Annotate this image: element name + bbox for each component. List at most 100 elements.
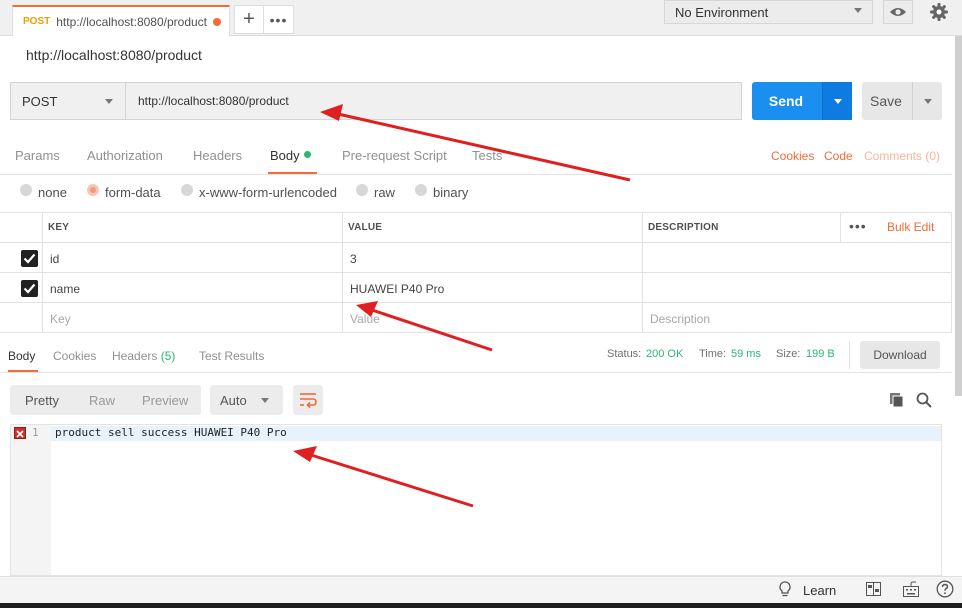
format-pretty[interactable]: Pretty [25,393,59,408]
taskbar-edge [0,603,962,608]
size-value: 199 B [806,348,835,360]
method-select[interactable]: POST [10,82,126,120]
two-pane-view-button[interactable] [866,582,881,599]
keyboard-shortcuts-button[interactable] [903,581,919,600]
table-options-button[interactable]: ••• [849,218,867,234]
row-key[interactable]: name [50,282,80,296]
wrap-lines-button[interactable] [293,385,323,415]
tab-headers[interactable]: Headers [193,148,242,163]
editor-gutter [11,425,51,575]
radio-form-data[interactable] [87,184,99,196]
row-value[interactable]: 3 [350,252,357,266]
copy-response-button[interactable] [889,392,905,411]
wrap-lines-icon [300,393,317,409]
lightbulb-icon [779,581,791,597]
bulk-edit-link[interactable]: Bulk Edit [887,220,934,234]
line-number: 1 [32,426,39,439]
response-tab-headers[interactable]: Headers (5) [112,349,175,363]
learn-label[interactable]: Learn [803,583,836,598]
format-raw[interactable]: Raw [89,393,115,408]
help-button[interactable] [936,580,954,601]
gear-icon [930,3,948,21]
comments-link[interactable]: Comments (0) [864,149,940,163]
window-scrollbar[interactable] [955,36,962,396]
response-tabs-divider [0,372,952,373]
keyboard-icon [903,581,919,597]
send-button[interactable]: Send [752,82,852,120]
radio-raw-label: raw [374,185,395,200]
radio-form-data-label: form-data [105,185,161,200]
tab-tests[interactable]: Tests [472,148,502,163]
response-headers-count: (5) [160,349,176,363]
method-select-value: POST [22,93,58,109]
cookies-link[interactable]: Cookies [771,149,814,163]
chevron-down-icon [261,398,269,403]
radio-x-www-form-urlencoded[interactable] [181,184,193,196]
radio-raw[interactable] [356,184,368,196]
request-tab-method: POST [23,16,51,27]
response-tab-headers-label: Headers [112,349,158,363]
tab-params[interactable]: Params [15,148,60,163]
request-tab[interactable]: POST http://localhost:8080/product [12,5,230,36]
column-header-description: DESCRIPTION [648,222,719,233]
save-button[interactable]: Save [862,82,942,120]
code-link[interactable]: Code [824,149,853,163]
chevron-down-icon [834,99,842,104]
active-tab-underline [268,172,317,174]
format-type-value: Auto [220,392,247,408]
plus-icon: + [243,8,255,30]
row-value[interactable]: HUAWEI P40 Pro [350,282,444,296]
format-type-select[interactable]: Auto [210,385,283,415]
new-key-input[interactable]: Key [50,312,71,326]
new-tab-button[interactable]: + [234,5,264,34]
table-column-divider [342,212,343,333]
row-enabled-checkbox[interactable] [21,280,38,297]
save-button-label: Save [870,93,902,109]
save-options-button[interactable] [912,82,942,120]
new-description-input[interactable]: Description [650,312,710,326]
table-divider [0,302,952,303]
row-key[interactable]: id [50,252,59,266]
table-column-divider [642,212,643,333]
environment-quick-look-button[interactable] [883,0,913,24]
response-tab-cookies[interactable]: Cookies [53,349,96,363]
response-tab-body[interactable]: Body [8,349,35,363]
column-header-value: VALUE [348,222,383,233]
url-input[interactable]: http://localhost:8080/product [125,82,742,120]
search-icon [916,392,932,408]
unsaved-dot-icon [213,18,221,26]
download-button[interactable]: Download [860,341,940,369]
request-tab-url: http://localhost:8080/product [56,14,208,29]
tab-more-button[interactable]: ••• [264,5,294,34]
send-options-button[interactable] [822,82,852,120]
environment-settings-button[interactable] [923,0,955,24]
chevron-down-icon [854,8,862,13]
time-label: Time: [699,348,727,360]
tabs-divider [0,174,952,175]
table-divider [0,272,952,273]
tab-authorization[interactable]: Authorization [87,148,163,163]
table-column-divider [840,212,841,242]
response-body-editor[interactable] [10,424,942,576]
radio-none[interactable] [20,184,32,196]
checkmark-icon [23,283,36,294]
chevron-down-icon [105,99,113,104]
send-button-label: Send [768,93,804,109]
learn-button[interactable] [778,581,792,600]
radio-x-www-form-urlencoded-label: x-www-form-urlencoded [199,185,337,200]
search-response-button[interactable] [916,392,932,411]
new-value-input[interactable]: Value [350,312,380,326]
response-tab-test-results[interactable]: Test Results [199,349,264,363]
copy-icon [890,393,904,408]
help-icon [936,580,954,598]
format-preview[interactable]: Preview [142,393,188,408]
tab-pre-request-script[interactable]: Pre-request Script [342,148,447,163]
tab-body[interactable]: Body [270,148,300,163]
url-input-value: http://localhost:8080/product [138,94,289,108]
radio-none-label: none [38,185,67,200]
size-label: Size: [776,348,801,360]
row-enabled-checkbox[interactable] [21,250,38,267]
radio-binary[interactable] [415,184,427,196]
environment-select[interactable]: No Environment [664,0,873,24]
more-icon: ••• [269,11,288,28]
